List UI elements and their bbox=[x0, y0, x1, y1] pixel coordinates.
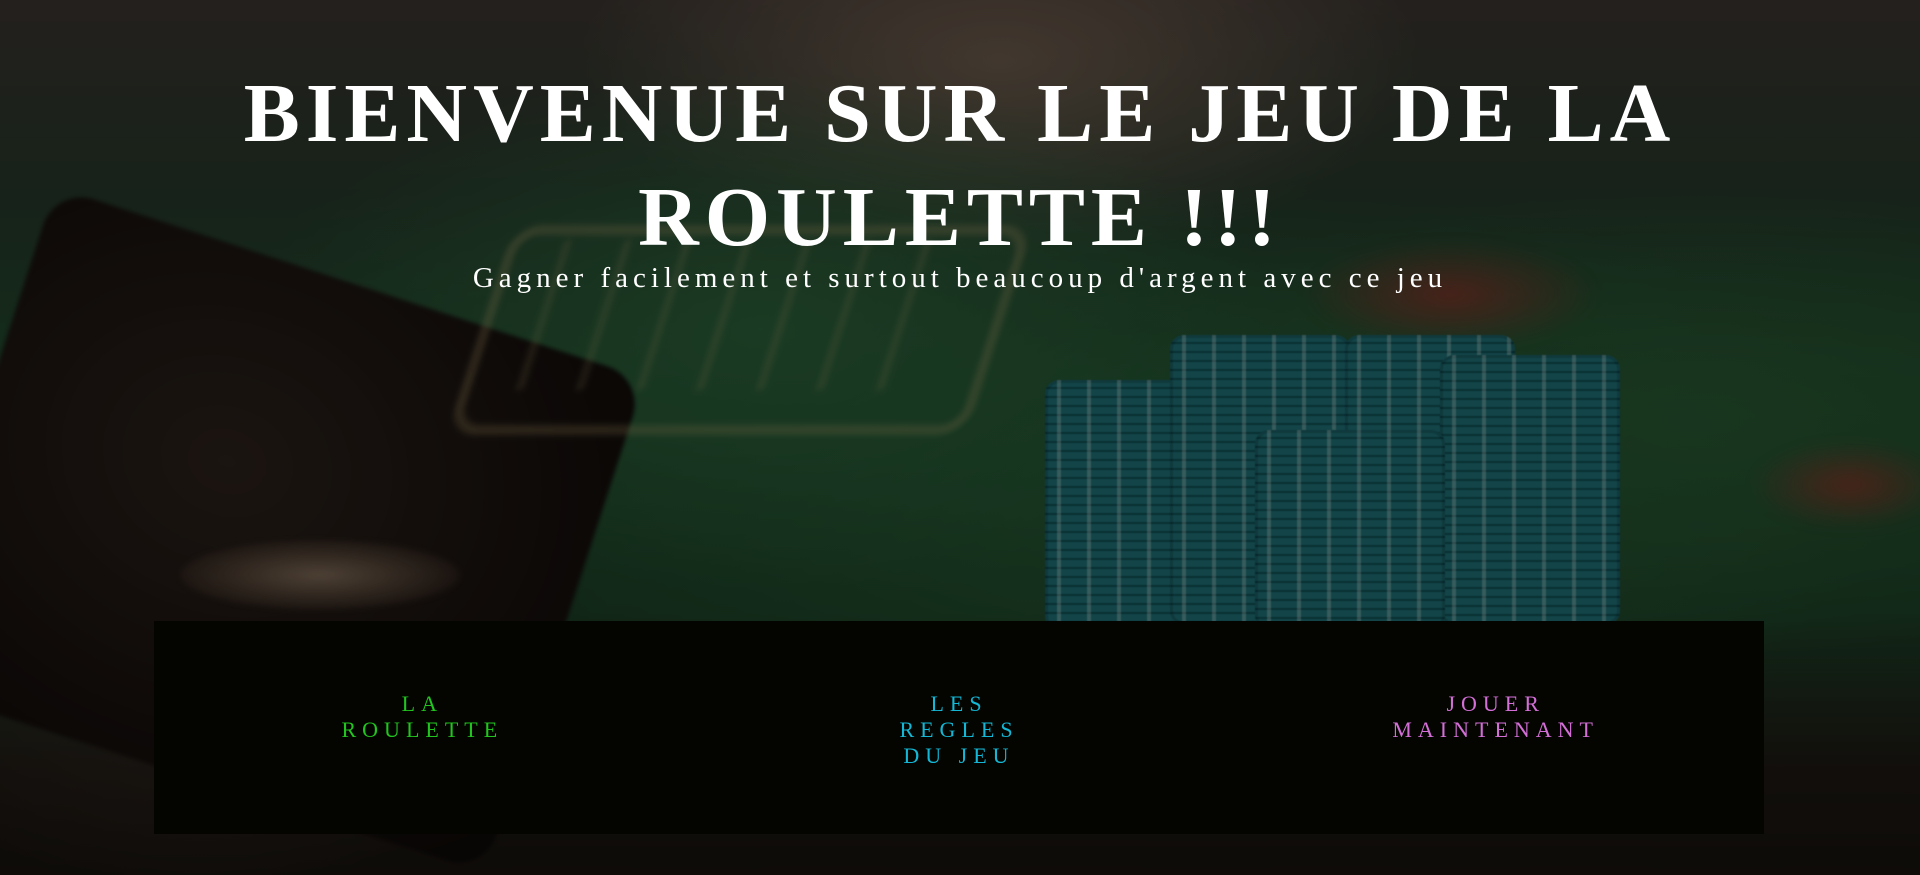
main-menu: LA ROULETTE LES REGLES DU JEU JOUER MAIN… bbox=[154, 621, 1764, 834]
menu-item-label: LA ROULETTE bbox=[341, 691, 504, 742]
menu-item-regles-du-jeu[interactable]: LES REGLES DU JEU bbox=[691, 621, 1228, 834]
menu-item-label: JOUER MAINTENANT bbox=[1392, 691, 1599, 742]
page-subtitle: Gagner facilement et surtout beaucoup d'… bbox=[472, 262, 1448, 294]
menu-item-label: LES REGLES DU JEU bbox=[899, 691, 1019, 768]
hero-section: BIENVENUE SUR LE JEU DE LA ROULETTE !!! … bbox=[0, 0, 1920, 875]
menu-item-la-roulette[interactable]: LA ROULETTE bbox=[154, 621, 691, 834]
page-title: BIENVENUE SUR LE JEU DE LA ROULETTE !!! bbox=[243, 67, 1677, 264]
menu-item-jouer-maintenant[interactable]: JOUER MAINTENANT bbox=[1227, 621, 1764, 834]
